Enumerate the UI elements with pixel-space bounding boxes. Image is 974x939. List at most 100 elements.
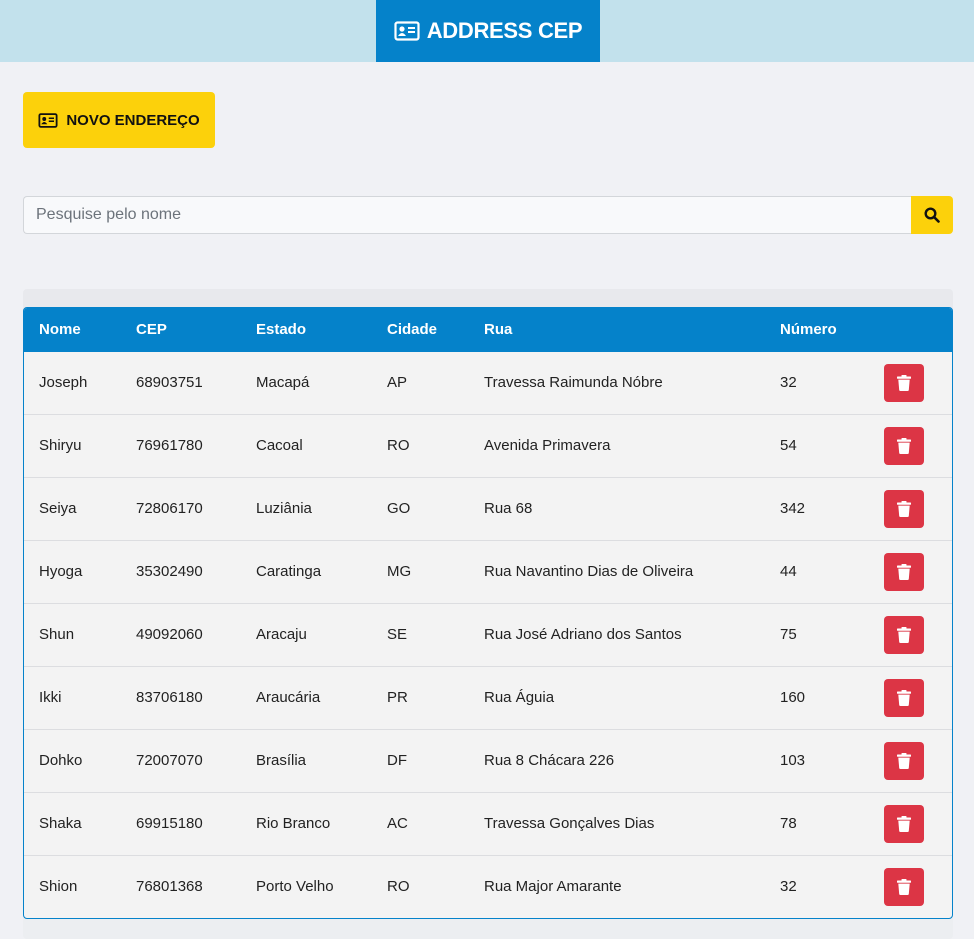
cell-rua: Rua 68 — [484, 500, 533, 517]
delete-button[interactable] — [884, 805, 924, 843]
cell-cep: 72007070 — [136, 752, 203, 769]
trash-icon — [897, 375, 911, 391]
cell-nome: Hyoga — [39, 563, 83, 580]
cell-cidade: AC — [387, 815, 408, 832]
table-header: Nome CEP Estado Cidade Rua Número — [24, 308, 952, 352]
cell-nome: Dohko — [39, 752, 83, 769]
column-header-nome: Nome — [39, 321, 81, 338]
search-icon — [924, 207, 940, 223]
trash-icon — [897, 753, 911, 769]
table-row: Shion 76801368 Porto Velho RO Rua Major Amar… — [24, 856, 952, 918]
table-row: Shun 49092060 Aracaju SE Rua José Adriano do… — [24, 604, 952, 667]
trash-icon — [897, 627, 911, 643]
search-input[interactable] — [23, 196, 911, 234]
new-address-button[interactable]: NOVO ENDEREÇO — [23, 92, 215, 148]
cell-cidade: AP — [387, 374, 408, 391]
cell-cep: 49092060 — [136, 626, 203, 643]
delete-button[interactable] — [884, 868, 924, 906]
delete-button[interactable] — [884, 553, 924, 591]
cell-estado: Cacoal — [256, 437, 303, 454]
cell-estado: Porto Velho — [256, 878, 334, 895]
trash-icon — [897, 438, 911, 454]
table-row: Hyoga 35302490 Caratinga MG Rua Navantino Di… — [24, 541, 952, 604]
column-header-rua: Rua — [484, 321, 513, 338]
cell-rua: Rua Major Amarante — [484, 878, 622, 895]
cell-nome: Shun — [39, 626, 75, 643]
table-row: Joseph 68903751 Macapá AP Travessa Raimunda … — [24, 352, 952, 415]
cell-numero: 32 — [780, 374, 797, 391]
cell-cidade: PR — [387, 689, 408, 706]
cell-estado: Araucária — [256, 689, 321, 706]
delete-button[interactable] — [884, 679, 924, 717]
cell-rua: Avenida Primavera — [484, 437, 611, 454]
app-title: ADDRESS CEP — [376, 0, 600, 62]
cell-numero: 32 — [780, 878, 797, 895]
cell-cep: 68903751 — [136, 374, 203, 391]
id-card-icon — [394, 21, 420, 41]
cell-numero: 160 — [780, 689, 806, 706]
delete-button[interactable] — [884, 742, 924, 780]
cell-estado: Rio Branco — [256, 815, 331, 832]
cell-estado: Aracaju — [256, 626, 307, 643]
cell-cidade: GO — [387, 500, 411, 517]
trash-icon — [897, 879, 911, 895]
top-bar: ADDRESS CEP — [0, 0, 974, 62]
delete-button[interactable] — [884, 490, 924, 528]
cell-estado: Brasília — [256, 752, 307, 769]
table-row: Seiya 72806170 Luziânia GO Rua 68 342 — [24, 478, 952, 541]
cell-cidade: RO — [387, 437, 410, 454]
cell-rua: Rua José Adriano dos Santos — [484, 626, 682, 643]
app-title-text: ADDRESS CEP — [426, 18, 583, 43]
table-row: Shaka 69915180 Rio Branco AC Travessa Gonçal… — [24, 793, 952, 856]
cell-numero: 342 — [780, 500, 806, 517]
cell-estado: Macapá — [256, 374, 310, 391]
cell-nome: Shion — [39, 878, 78, 895]
delete-button[interactable] — [884, 364, 924, 402]
cell-nome: Ikki — [39, 689, 62, 706]
cell-cep: 72806170 — [136, 500, 203, 517]
cell-numero: 78 — [780, 815, 797, 832]
column-header-cep: CEP — [136, 321, 167, 338]
address-table: Nome CEP Estado Cidade Rua Número Joseph… — [23, 307, 953, 919]
cell-numero: 103 — [780, 752, 806, 769]
cell-nome: Seiya — [39, 500, 77, 517]
cell-estado: Caratinga — [256, 563, 322, 580]
column-header-cidade: Cidade — [387, 321, 438, 338]
delete-button[interactable] — [884, 616, 924, 654]
cell-rua: Rua 8 Chácara 226 — [484, 752, 615, 769]
cell-numero: 75 — [780, 626, 797, 643]
cell-cidade: DF — [387, 752, 407, 769]
cell-numero: 54 — [780, 437, 797, 454]
table-row: Shiryu 76961780 Cacoal RO Avenida Primavera 5… — [24, 415, 952, 478]
trash-icon — [897, 690, 911, 706]
trash-icon — [897, 501, 911, 517]
column-header-estado: Estado — [256, 321, 307, 338]
table-row: Dohko 72007070 Brasília DF Rua 8 Chácara 226… — [24, 730, 952, 793]
cell-nome: Shaka — [39, 815, 82, 832]
trash-icon — [897, 816, 911, 832]
cell-nome: Shiryu — [39, 437, 82, 454]
cell-cidade: SE — [387, 626, 408, 643]
cell-rua: Rua Navantino Dias de Oliveira — [484, 563, 694, 580]
cell-numero: 44 — [780, 563, 797, 580]
cell-rua: Travessa Gonçalves Dias — [484, 815, 655, 832]
delete-button[interactable] — [884, 427, 924, 465]
cell-cep: 69915180 — [136, 815, 203, 832]
cell-cidade: RO — [387, 878, 410, 895]
search-bar — [23, 196, 953, 234]
search-button[interactable] — [911, 196, 953, 234]
cell-rua: Rua Águia — [484, 689, 555, 706]
cell-rua: Travessa Raimunda Nóbre — [484, 374, 663, 391]
id-card-icon — [38, 112, 58, 128]
new-address-label: NOVO ENDEREÇO — [66, 111, 200, 129]
cell-nome: Joseph — [39, 374, 88, 391]
trash-icon — [897, 564, 911, 580]
cell-cep: 35302490 — [136, 563, 203, 580]
table-row: Ikki 83706180 Araucária PR Rua Águia 160 — [24, 667, 952, 730]
cell-cep: 76961780 — [136, 437, 203, 454]
cell-cep: 83706180 — [136, 689, 203, 706]
cell-cidade: MG — [387, 563, 412, 580]
cell-cep: 76801368 — [136, 878, 203, 895]
column-header-numero: Número — [780, 321, 837, 338]
cell-estado: Luziânia — [256, 500, 312, 517]
